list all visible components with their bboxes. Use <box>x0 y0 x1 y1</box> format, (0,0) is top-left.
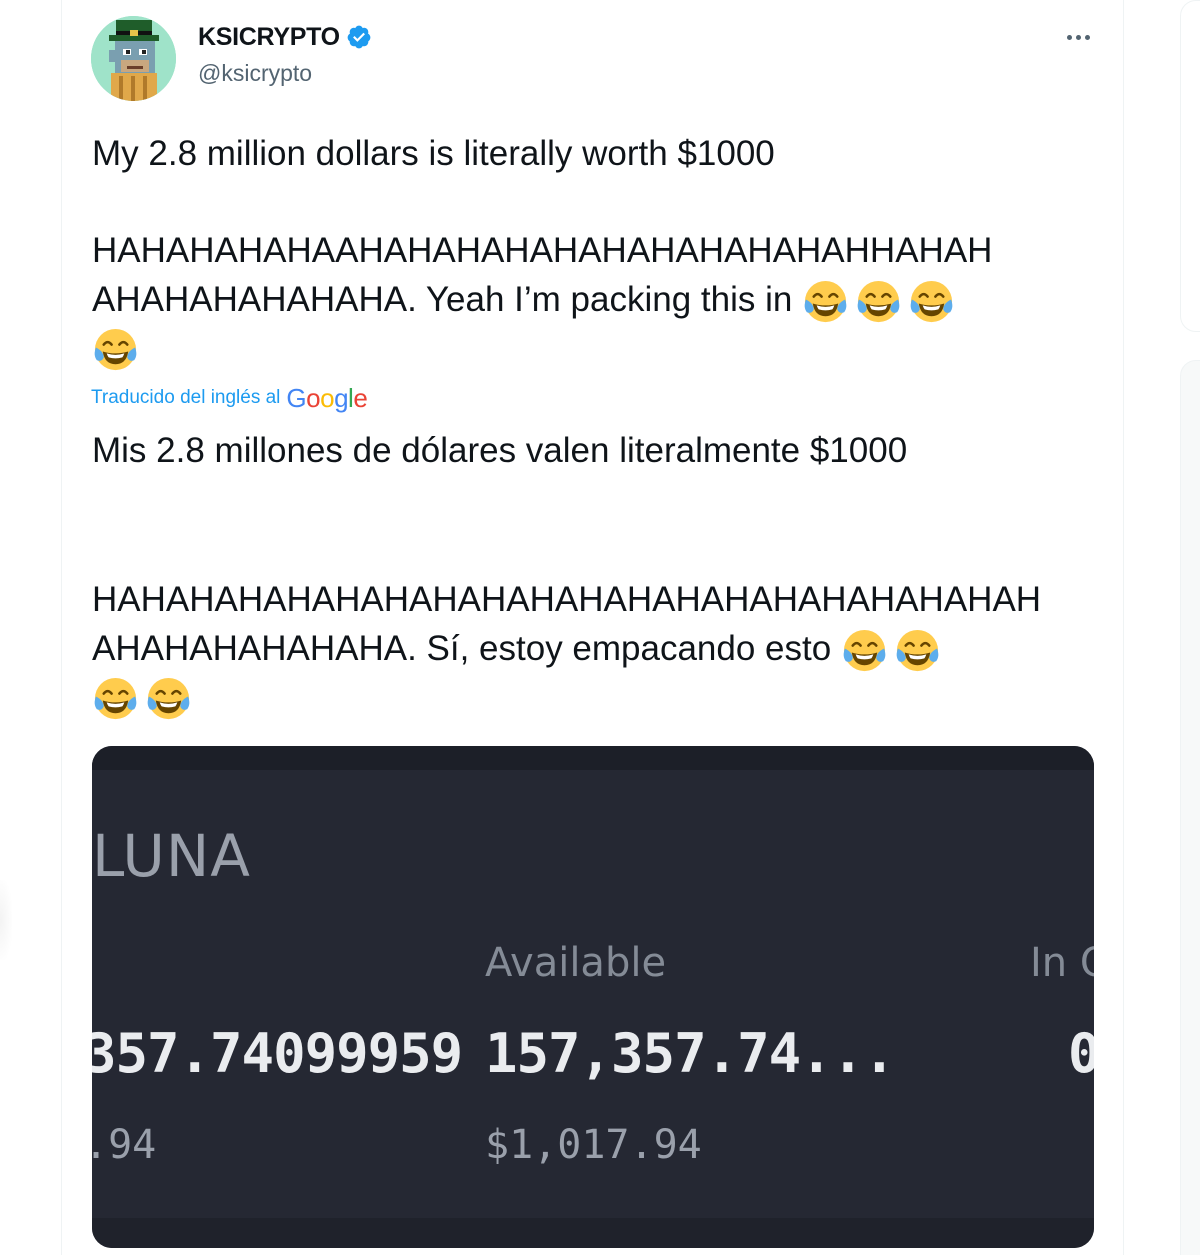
tears-of-joy-emoji-icon <box>894 627 941 674</box>
left-edge-shadow <box>0 880 12 960</box>
translated-text-line: HAHAHAHAHAHAHAHAHAHAHAHAHAHAHAHAHAHAHAH <box>92 580 1042 619</box>
emoji-group <box>841 627 941 674</box>
available-usd-value: $1,017.94 <box>485 1122 702 1168</box>
in-order-label: In O <box>1030 940 1094 986</box>
tweet-text-line-with-emoji: AHAHAHAHAHAHA. Yeah I’m packing this in <box>92 275 1102 325</box>
sidebar-panel-edge <box>1180 0 1200 332</box>
media-top-strip <box>92 746 1094 770</box>
asset-name: LUNA <box>92 822 251 890</box>
tweet-text-line: HAHAHAHAHAAHAHAHAHAHAHAHAHAHAHAHHAHAH <box>92 231 993 270</box>
sidebar-panel-edge-lower <box>1180 360 1200 1255</box>
verified-badge-icon <box>346 24 372 50</box>
column-border-right <box>1123 0 1124 1255</box>
tears-of-joy-emoji-icon <box>802 278 849 325</box>
available-label: Available <box>485 940 667 986</box>
tweet-text-line: My 2.8 million dollars is literally wort… <box>92 134 775 173</box>
handle[interactable]: @ksicrypto <box>198 60 312 87</box>
tears-of-joy-emoji-icon <box>855 278 902 325</box>
display-name[interactable]: KSICRYPTO <box>198 23 340 52</box>
tears-of-joy-emoji-icon <box>92 326 139 373</box>
available-balance-value: 157,357.74... <box>485 1022 896 1085</box>
tweet-page: KSICRYPTO @ksicrypto My 2.8 million doll… <box>0 0 1200 1255</box>
translation-label[interactable]: Traducido del inglés al <box>91 387 280 409</box>
tears-of-joy-emoji-icon <box>92 675 139 722</box>
tweet-media-image[interactable]: LUNA Available In O 357.74099959 157,357… <box>92 746 1094 1248</box>
tears-of-joy-emoji-icon <box>145 675 192 722</box>
total-usd-value: .94 <box>92 1122 157 1168</box>
emoji-group <box>802 278 955 325</box>
pixel-ape-avatar-icon <box>91 16 176 101</box>
emoji-group <box>92 675 192 722</box>
tears-of-joy-emoji-icon <box>908 278 955 325</box>
tweet-text-line: AHAHAHAHAHAHA. Yeah I’m packing this in <box>92 280 793 319</box>
more-options-icon[interactable] <box>1060 26 1096 48</box>
author-name-row[interactable]: KSICRYPTO <box>198 22 372 52</box>
tears-of-joy-emoji-icon <box>841 627 888 674</box>
translation-attribution[interactable]: Traducido del inglés al Google <box>91 382 368 414</box>
total-balance-value: 357.74099959 <box>92 1022 463 1085</box>
translated-text-line: AHAHAHAHAHAHA. Sí, estoy empacando esto <box>92 629 832 668</box>
media-bottom-strip <box>92 1218 1094 1248</box>
emoji-group <box>92 326 139 373</box>
avatar[interactable] <box>91 16 176 101</box>
translated-text-line: Mis 2.8 millones de dólares valen litera… <box>92 431 908 470</box>
column-border-left <box>61 0 62 1255</box>
in-order-value: 0 <box>1068 1022 1094 1085</box>
translated-text-line-with-emoji: AHAHAHAHAHAHA. Sí, estoy empacando esto <box>92 624 1102 674</box>
google-logo: Google <box>286 382 368 413</box>
